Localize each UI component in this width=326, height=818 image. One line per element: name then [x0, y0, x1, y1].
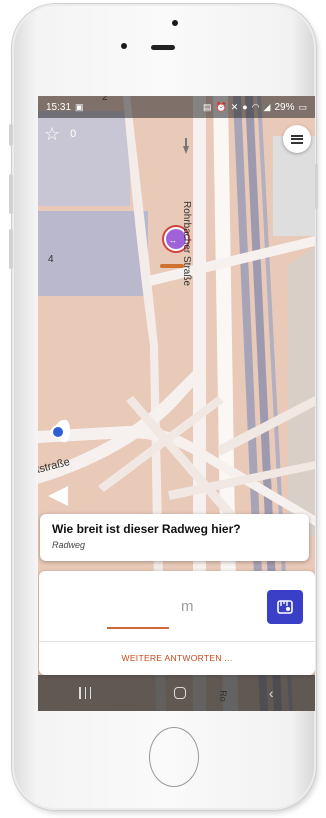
width-input-field[interactable]: [107, 593, 169, 627]
ruler-measure-icon: [277, 600, 293, 614]
stars-counter[interactable]: ☆ 0: [44, 125, 76, 143]
menu-button[interactable]: [283, 125, 311, 153]
quest-question-card: Wie breit ist dieser Radweg hier? Radweg: [40, 514, 309, 561]
input-underline: [107, 627, 169, 629]
hamburger-menu-icon: [291, 134, 303, 144]
recent-apps-icon[interactable]: [79, 687, 92, 699]
star-icon: ☆: [44, 124, 61, 144]
street-label-vertical: Rohrbacher Straße: [181, 200, 193, 287]
map-number-4: 4: [48, 254, 54, 265]
screen: ↔ 2 4 Rohrbacher Straße tstraße Ro 15:31…: [38, 96, 315, 711]
back-nav-icon[interactable]: ‹: [269, 685, 274, 701]
svg-text:↔: ↔: [169, 236, 177, 245]
android-nav-bar: ‹: [38, 675, 315, 711]
question-title: Wie breit ist dieser Radweg hier?: [52, 522, 241, 536]
unit-label: m: [181, 598, 194, 615]
stars-count: 0: [70, 128, 77, 140]
phone-home-button[interactable]: [149, 727, 199, 787]
mute-icon: ✕: [230, 101, 239, 112]
phone-volume-up: [9, 174, 13, 214]
status-time: 15:31: [46, 101, 72, 113]
measure-button[interactable]: [267, 590, 303, 624]
home-nav-icon[interactable]: [174, 687, 187, 699]
image-icon: ▣: [75, 101, 84, 112]
question-subtitle: Radweg: [52, 540, 86, 550]
alarm-icon: ⏰: [215, 101, 227, 112]
sensor: [121, 43, 127, 49]
battery-level: 29%: [274, 101, 295, 113]
answer-panel: m WEITERE ANTWORTEN ...: [39, 571, 315, 675]
earpiece-speaker: [151, 45, 175, 50]
location-icon: ●: [242, 102, 248, 112]
phone-volume-down: [9, 229, 13, 269]
phone-side-button: [9, 124, 13, 146]
more-answers-button[interactable]: WEITERE ANTWORTEN ...: [39, 641, 315, 675]
wifi-icon: ◠: [251, 101, 260, 112]
battery-icon: ▭: [298, 101, 307, 112]
status-bar: 15:31 ▣ ▤ ⏰ ✕ ● ◠ ◢ 29% ▭: [38, 96, 315, 118]
front-camera: [172, 20, 178, 26]
signal-icon: ◢: [263, 101, 271, 112]
sim-icon: ▤: [202, 101, 212, 112]
